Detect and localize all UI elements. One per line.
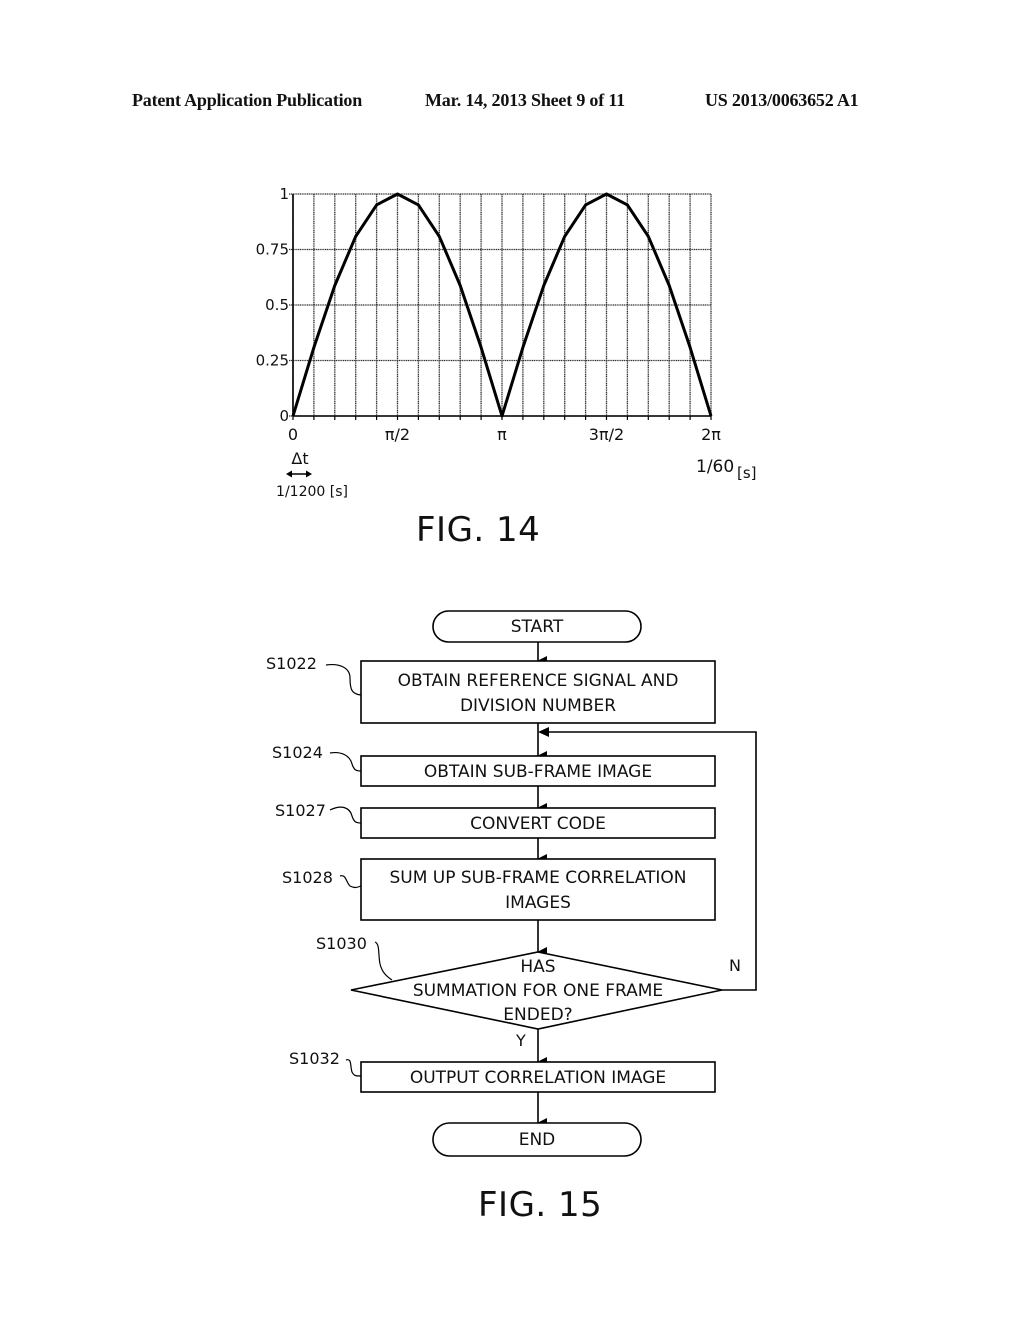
data-point xyxy=(417,204,420,206)
leader-line xyxy=(329,751,362,772)
step-text: OBTAIN SUB-FRAME IMAGE xyxy=(424,762,652,782)
step-text: CONVERT CODE xyxy=(470,814,606,834)
start-label: START xyxy=(511,617,564,637)
data-point xyxy=(543,284,545,287)
decision-text: HAS xyxy=(520,957,555,977)
decision-text: SUMMATION FOR ONE FRAME xyxy=(413,981,663,1001)
data-point xyxy=(647,235,650,238)
data-point xyxy=(396,193,399,195)
leader-line xyxy=(374,941,393,981)
step-id-label: S1028 xyxy=(282,868,333,887)
leader-line xyxy=(329,806,362,824)
y-tick-label: 1 xyxy=(279,185,289,203)
data-point xyxy=(710,415,712,417)
step-id-label: S1024 xyxy=(272,743,323,762)
step-id-label: S1030 xyxy=(316,934,367,953)
data-point xyxy=(438,235,441,238)
step-text: SUM UP SUB-FRAME CORRELATION xyxy=(389,868,686,888)
y-axis-ticks: 0 0.25 0.5 0.75 1 xyxy=(256,185,289,425)
fig15-caption: FIG. 15 xyxy=(478,1185,603,1225)
step-text: IMAGES xyxy=(505,893,571,913)
data-point xyxy=(354,235,357,238)
leader-line xyxy=(339,875,362,889)
data-point xyxy=(480,346,482,349)
loop-arrow-icon xyxy=(538,727,549,737)
x-axis-ticks: 0 π/2 π 3π/2 2π xyxy=(288,425,721,444)
period-unit: [s] xyxy=(737,464,757,482)
step-text: OUTPUT CORRELATION IMAGE xyxy=(410,1068,666,1088)
start-terminal: START xyxy=(432,610,642,643)
fig14-caption: FIG. 14 xyxy=(416,510,541,550)
chart-grid xyxy=(289,193,712,420)
step-id-label: S1032 xyxy=(289,1049,340,1068)
data-point xyxy=(375,204,378,206)
delta-t-value: 1/1200 [s] xyxy=(276,484,348,500)
data-point xyxy=(334,284,336,287)
x-tick-label: π/2 xyxy=(385,425,410,444)
y-tick-label: 0 xyxy=(279,407,289,425)
leader-line xyxy=(345,1059,362,1077)
data-point xyxy=(584,204,587,206)
step-s1022: OBTAIN REFERENCE SIGNAL AND DIVISION NUM… xyxy=(266,654,716,724)
step-id-label: S1022 xyxy=(266,654,317,673)
data-point xyxy=(668,284,670,287)
data-point xyxy=(292,415,294,417)
data-point xyxy=(313,346,315,349)
decision-text: ENDED? xyxy=(503,1005,572,1025)
decision-s1030: HAS SUMMATION FOR ONE FRAME ENDED? S1030… xyxy=(316,934,741,1050)
step-s1028: SUM UP SUB-FRAME CORRELATION IMAGES S102… xyxy=(282,858,716,921)
x-tick-label: π xyxy=(497,425,507,444)
end-terminal: END xyxy=(432,1122,642,1157)
no-label: N xyxy=(729,956,741,975)
period-label: 1/60 xyxy=(696,457,734,477)
data-point xyxy=(626,204,629,206)
x-tick-label: 3π/2 xyxy=(589,425,624,444)
step-s1024: OBTAIN SUB-FRAME IMAGE S1024 xyxy=(272,743,716,787)
delta-t-label: Δt xyxy=(291,449,308,468)
step-id-label: S1027 xyxy=(275,801,326,820)
end-label: END xyxy=(519,1130,556,1150)
x-tick-label: 0 xyxy=(288,425,298,444)
step-text: OBTAIN REFERENCE SIGNAL AND xyxy=(398,671,679,691)
step-s1027: CONVERT CODE S1027 xyxy=(275,801,716,839)
double-arrow-icon xyxy=(286,470,312,478)
step-text: DIVISION NUMBER xyxy=(460,696,616,716)
loop-back-line xyxy=(548,731,757,991)
x-tick-label: 2π xyxy=(701,425,721,444)
yes-label: Y xyxy=(515,1031,526,1050)
data-point xyxy=(522,346,524,349)
data-point xyxy=(459,284,462,287)
y-tick-label: 0.5 xyxy=(265,296,289,314)
y-tick-label: 0.25 xyxy=(256,352,289,370)
y-tick-label: 0.75 xyxy=(256,241,289,259)
leader-line xyxy=(325,663,362,696)
data-point xyxy=(563,235,566,238)
data-point xyxy=(689,346,691,349)
data-point xyxy=(605,193,608,195)
step-s1032: OUTPUT CORRELATION IMAGE S1032 xyxy=(289,1049,716,1093)
data-point xyxy=(501,415,503,417)
